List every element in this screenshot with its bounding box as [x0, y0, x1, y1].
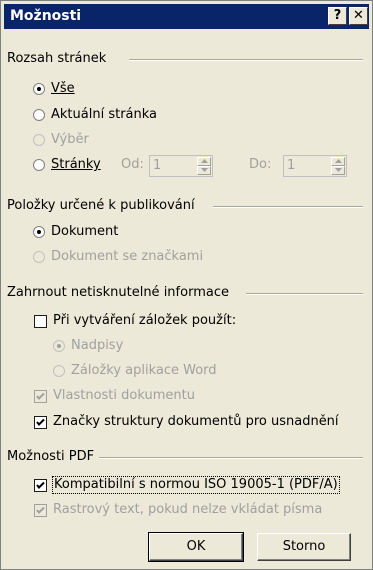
page-range-group-line	[129, 59, 363, 61]
close-button[interactable]: ✕	[349, 7, 368, 25]
to-spin-up[interactable]	[331, 157, 345, 166]
radio-selected-dot	[37, 230, 41, 234]
from-spin-up[interactable]	[197, 157, 211, 166]
pdf-group-line	[99, 457, 363, 459]
radio-all[interactable]	[33, 83, 45, 95]
doc-props-label: Vlastnosti dokumentu	[53, 388, 195, 403]
to-spinner[interactable]: 1	[283, 155, 347, 177]
help-button[interactable]: ?	[328, 7, 347, 25]
radio-current-page[interactable]	[33, 109, 45, 121]
to-label: Do:	[249, 157, 272, 172]
arrow-up-icon	[201, 159, 208, 163]
bitmap-text-checkbox[interactable]	[34, 504, 47, 517]
radio-document[interactable]	[33, 226, 45, 238]
bookmarks-label: Při vytváření záložek použít:	[53, 313, 237, 328]
radio-pages-label: Stránky	[51, 157, 101, 172]
struct-tags-label: Značky struktury dokumentů pro usnadnění	[53, 414, 339, 429]
to-spin-down[interactable]	[331, 166, 345, 175]
options-dialog: Možnosti ? ✕ Rozsah stránek Vše Aktuální…	[0, 0, 373, 570]
from-value: 1	[153, 158, 162, 173]
page-range-heading: Rozsah stránek	[7, 51, 107, 66]
pdf-heading: Možnosti PDF	[7, 449, 95, 464]
radio-headings-label: Nadpisy	[71, 338, 124, 353]
radio-all-label: Vše	[51, 81, 75, 96]
radio-pages[interactable]	[33, 159, 45, 171]
arrow-down-icon	[201, 168, 208, 172]
radio-document-markup-label: Dokument se značkami	[51, 249, 204, 264]
dialog-title: Možnosti	[10, 8, 82, 24]
cancel-button[interactable]: Storno	[257, 533, 351, 561]
iso-checkbox[interactable]	[34, 479, 47, 492]
from-label: Od:	[121, 157, 144, 172]
radio-selected-dot	[37, 87, 41, 91]
from-spinner[interactable]: 1	[149, 155, 213, 177]
radio-selected-dot	[57, 344, 61, 348]
to-value: 1	[287, 158, 296, 173]
close-icon: ✕	[353, 8, 364, 23]
checkmark-icon	[36, 418, 45, 426]
doc-props-checkbox[interactable]	[34, 390, 47, 403]
radio-document-label: Dokument	[51, 224, 119, 239]
checkmark-icon	[36, 392, 45, 400]
radio-selection[interactable]	[33, 134, 45, 146]
struct-tags-checkbox[interactable]	[34, 416, 47, 429]
iso-label: Kompatibilní s normou ISO 19005-1 (PDF/A…	[52, 476, 340, 494]
nonprint-heading: Zahrnout netisknutelné informace	[7, 285, 229, 300]
nonprint-group-line	[246, 293, 363, 295]
arrow-down-icon	[335, 168, 342, 172]
radio-document-markup[interactable]	[33, 251, 45, 263]
from-spin-down[interactable]	[197, 166, 211, 175]
ok-button[interactable]: OK	[148, 532, 244, 562]
checkmark-icon	[36, 481, 45, 489]
radio-word-bookmarks-label: Záložky aplikace Word	[71, 363, 217, 378]
radio-headings[interactable]	[53, 340, 65, 352]
bookmarks-checkbox[interactable]	[34, 315, 47, 328]
radio-selection-label: Výběr	[51, 132, 89, 147]
arrow-up-icon	[335, 159, 342, 163]
radio-current-page-label: Aktuální stránka	[51, 107, 158, 122]
publish-group-line	[213, 206, 363, 208]
publish-heading: Položky určené k publikování	[7, 198, 195, 213]
title-bar: Možnosti ? ✕	[4, 4, 369, 29]
checkmark-icon	[36, 506, 45, 514]
radio-word-bookmarks[interactable]	[53, 365, 65, 377]
bitmap-text-label: Rastrový text, pokud nelze vkládat písma	[53, 502, 323, 517]
